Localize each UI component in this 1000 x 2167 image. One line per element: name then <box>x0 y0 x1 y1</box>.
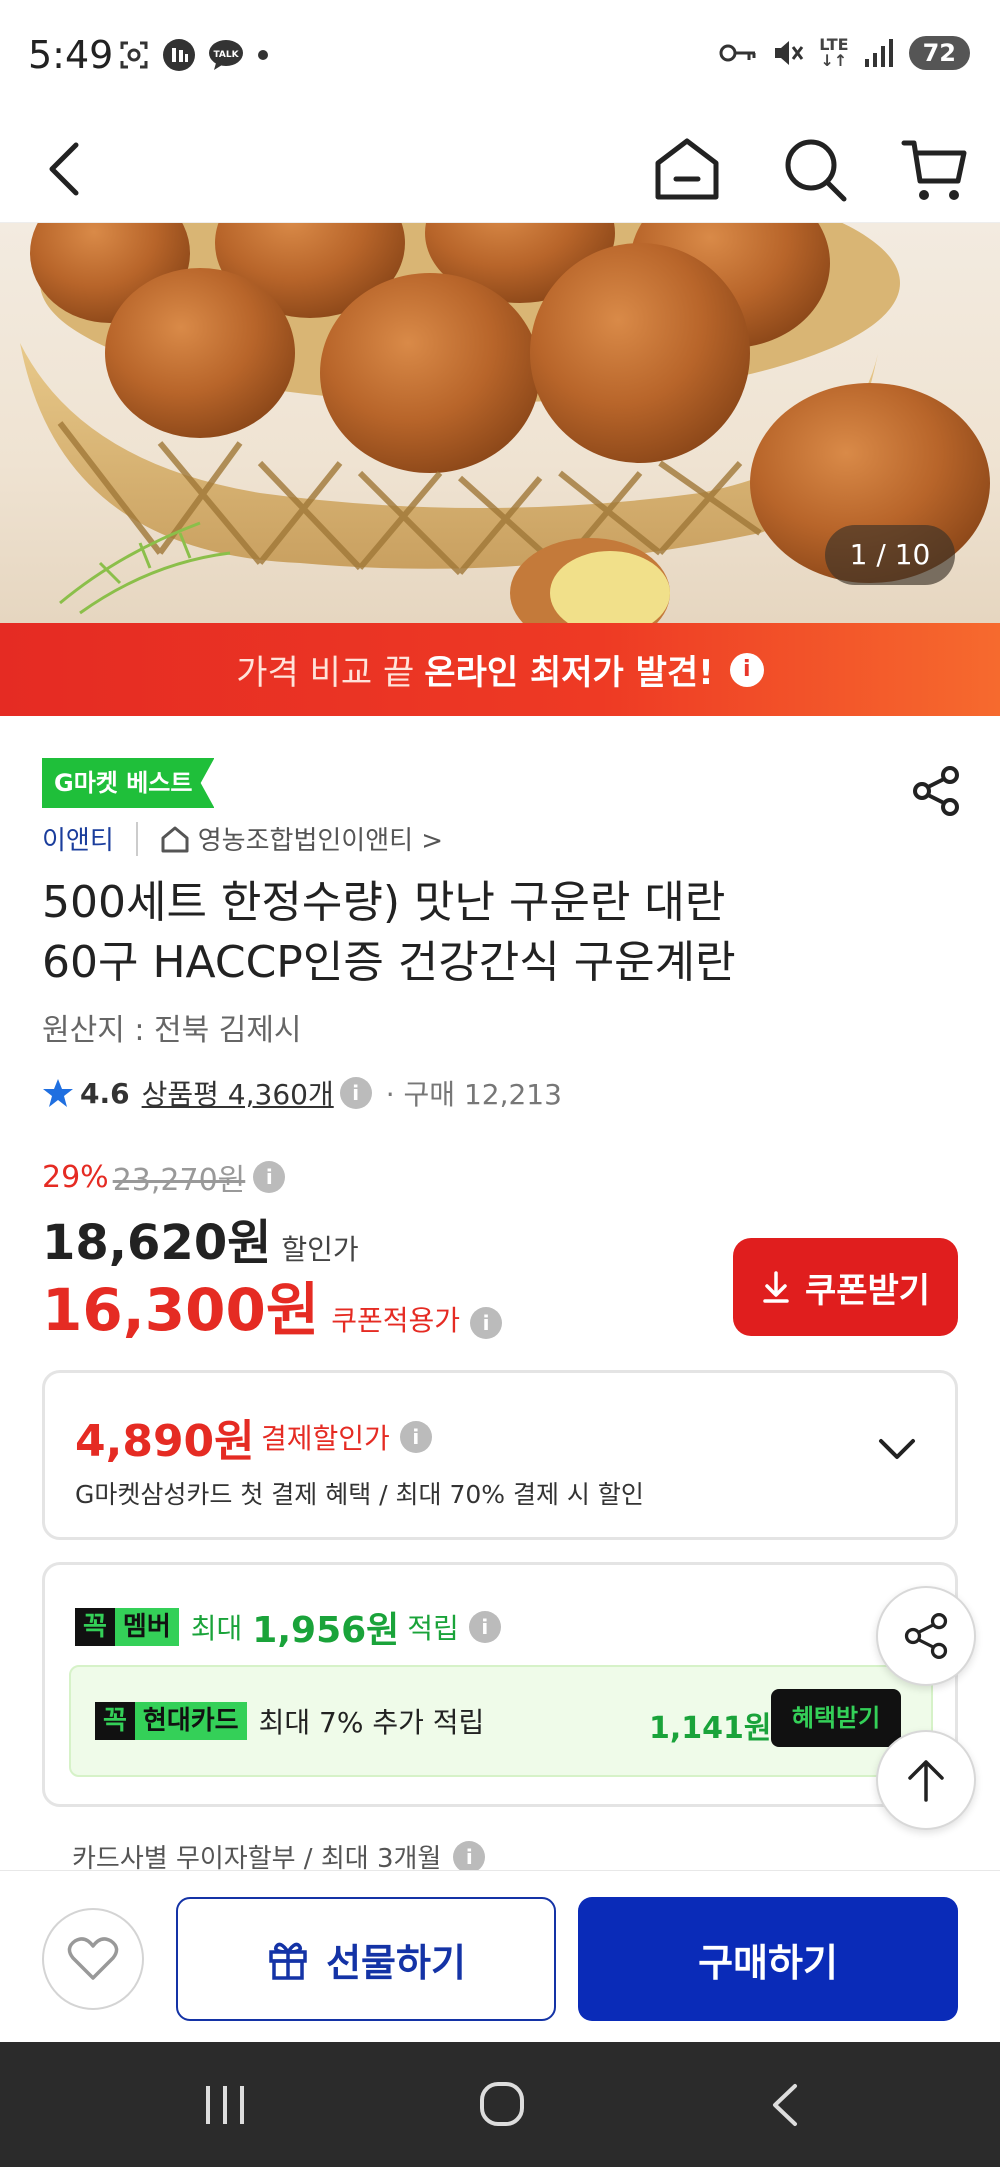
member-amount: 1,956원 <box>252 1610 400 1651</box>
key-icon <box>719 41 757 65</box>
dot-icon <box>256 48 270 62</box>
banner-light-text: 가격 비교 끝 <box>236 653 415 693</box>
coupon-button[interactable]: 쿠폰받기 <box>733 1238 958 1336</box>
benefit-button[interactable]: 혜택받기 <box>771 1689 901 1747</box>
coupon-button-label: 쿠폰받기 <box>804 1270 931 1311</box>
member-row: 꼭 멤버 최대 1,956원 적립 i <box>75 1601 501 1653</box>
origin: 원산지 : 전북 김제시 <box>42 1013 302 1048</box>
lowest-price-banner[interactable]: 가격 비교 끝 온라인 최저가 발견! i <box>0 623 1000 716</box>
kkok-card-badge: 꼭 현대카드 <box>95 1702 247 1740</box>
rating-row: 4.6 상품평 4,360개 i · 구매 12,213 <box>42 1073 562 1113</box>
download-icon <box>761 1270 791 1304</box>
shop-link[interactable]: 영농조합법인이앤티 > <box>198 820 443 857</box>
kkok-member-badge: 꼭 멤버 <box>75 1608 179 1646</box>
mute-icon <box>771 36 805 70</box>
screenshot-icon <box>118 39 150 71</box>
best-badge: G마켓 베스트 <box>42 758 215 808</box>
card-row: 꼭 현대카드 최대 7% 추가 적립 <box>95 1701 484 1741</box>
info-icon[interactable]: i <box>339 1077 372 1109</box>
info-icon[interactable]: i <box>253 1161 286 1193</box>
wishlist-button[interactable] <box>42 1908 144 2010</box>
sale-label: 할인가 <box>281 1233 359 1266</box>
floating-share-button[interactable] <box>876 1586 976 1686</box>
badge-member: 멤버 <box>114 1608 179 1646</box>
info-icon[interactable]: i <box>453 1840 486 1873</box>
shop-icon <box>160 824 190 854</box>
app-icon <box>162 38 196 72</box>
gift-label: 선물하기 <box>326 1940 466 1985</box>
payment-label: 결제할인가 <box>261 1422 390 1455</box>
battery-icon: 72 <box>908 36 970 70</box>
heart-icon <box>67 1936 119 1982</box>
title-line-1: 500세트 한정수량) 맛난 구운란 대란 <box>42 877 726 928</box>
status-time: 5:49 <box>28 33 114 77</box>
payment-price: 4,890원 <box>75 1416 255 1467</box>
image-counter: 1 / 10 <box>825 525 955 585</box>
back-icon[interactable] <box>40 135 90 203</box>
home-button-icon[interactable] <box>478 2080 526 2128</box>
lte-icon: LTE ↓↑ <box>819 35 849 70</box>
card-desc: 최대 7% 추가 적립 <box>258 1706 485 1739</box>
info-icon[interactable]: i <box>399 1421 432 1453</box>
title-line-2: 60구 HACCP인증 건강간식 구운계란 <box>42 937 736 988</box>
member-earn: 적립 <box>407 1612 459 1645</box>
arrow-up-icon <box>904 1756 948 1804</box>
discount-row: 29% 23,270원 i <box>42 1155 286 1199</box>
action-bar: 선물하기 구매하기 <box>0 1870 1000 2042</box>
search-icon[interactable] <box>780 133 850 205</box>
top-nav <box>0 115 1000 223</box>
card-amount: 1,141원 <box>649 1711 772 1746</box>
payment-label-row: 결제할인가 i <box>261 1417 432 1457</box>
badge-kkok: 꼭 <box>75 1608 115 1646</box>
cart-icon[interactable] <box>900 133 970 205</box>
gift-icon <box>266 1937 310 1981</box>
lte-label: LTE <box>819 35 849 54</box>
share-icon <box>900 1610 952 1662</box>
rating-value: 4.6 <box>80 1076 130 1110</box>
review-link[interactable]: 상품평 4,360개 <box>142 1073 334 1113</box>
signal-icon <box>863 37 895 69</box>
status-bar: 5:49 TALK LTE ↓↑ 72 <box>0 0 1000 115</box>
scroll-top-button[interactable] <box>876 1730 976 1830</box>
card-benefit-row: 꼭 현대카드 최대 7% 추가 적립 1,141원 혜택받기 <box>69 1665 933 1777</box>
svg-text:TALK: TALK <box>213 50 239 60</box>
badge-kkok: 꼭 <box>95 1702 135 1740</box>
banner-bold-text: 온라인 최저가 발견! <box>424 653 714 693</box>
divider <box>135 821 138 856</box>
recent-apps-icon[interactable] <box>200 2082 250 2128</box>
status-left-icons: TALK <box>118 38 270 72</box>
kakaotalk-icon: TALK <box>208 38 244 72</box>
coupon-price: 16,300원 <box>42 1276 320 1344</box>
badge-card: 현대카드 <box>134 1702 247 1740</box>
star-icon <box>42 1077 74 1109</box>
info-icon[interactable]: i <box>470 1307 502 1339</box>
status-right-icons: LTE ↓↑ 72 <box>719 36 970 70</box>
coupon-label: 쿠폰적용가 <box>331 1304 460 1337</box>
info-icon[interactable]: i <box>729 652 764 687</box>
home-icon[interactable] <box>652 133 722 205</box>
share-icon[interactable] <box>908 763 964 819</box>
gift-button[interactable]: 선물하기 <box>176 1897 556 2021</box>
original-price: 23,270원 <box>112 1163 246 1198</box>
payment-discount-box[interactable]: 4,890원 결제할인가 i G마켓삼성카드 첫 결제 혜택 / 최대 70% … <box>42 1370 958 1540</box>
purchase-count: · 구매 12,213 <box>385 1078 562 1111</box>
chevron-down-icon[interactable] <box>875 1431 919 1467</box>
product-image[interactable]: 1 / 10 <box>0 223 1000 623</box>
product-title: 500세트 한정수량) 맛난 구운란 대란 60구 HACCP인증 건강간식 구… <box>42 873 942 993</box>
coupon-row: 16,300원 쿠폰적용가 i <box>42 1263 502 1347</box>
system-nav-bar <box>0 2042 1000 2167</box>
member-benefit-box: 꼭 멤버 최대 1,956원 적립 i 꼭 현대카드 최대 7% 추가 적립 1… <box>42 1562 958 1807</box>
buy-button[interactable]: 구매하기 <box>578 1897 958 2021</box>
info-icon[interactable]: i <box>468 1611 501 1643</box>
system-back-icon[interactable] <box>765 2080 805 2130</box>
discount-rate: 29% <box>42 1159 109 1195</box>
seller-row: 이앤티 영농조합법인이앤티 > <box>42 820 443 857</box>
payment-desc: G마켓삼성카드 첫 결제 혜택 / 최대 70% 결제 시 할인 <box>75 1480 644 1509</box>
seller-name[interactable]: 이앤티 <box>42 820 114 857</box>
member-max: 최대 <box>190 1612 243 1645</box>
